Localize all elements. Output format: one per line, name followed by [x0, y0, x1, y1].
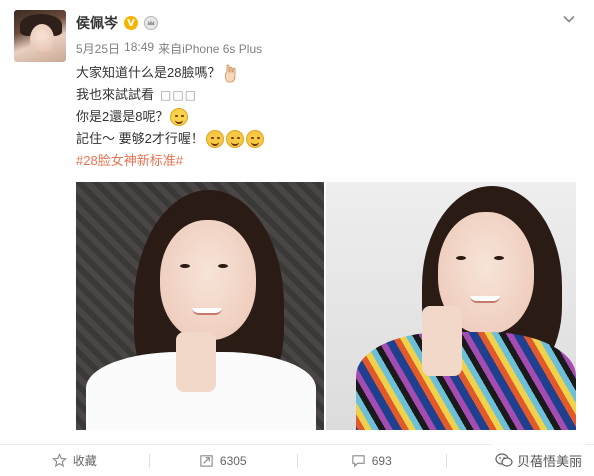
comment-icon — [352, 455, 365, 468]
photo-hand — [422, 306, 462, 376]
crown-icon — [144, 16, 158, 30]
comment-button[interactable]: 693 — [297, 445, 446, 476]
blush-emoji-icon — [225, 130, 244, 148]
post-line-3-text: 你是2還是8呢？ — [76, 109, 169, 124]
repost-count: 6305 — [219, 453, 247, 468]
unsupported-emoji-glyphs: □□□ — [160, 88, 198, 102]
repost-button[interactable]: 6305 — [148, 445, 298, 476]
blush-emoji-icon — [245, 130, 264, 148]
avatar-face — [30, 24, 54, 54]
post-date: 5月25日 — [76, 42, 121, 56]
post-source[interactable]: 来自iPhone 6s Plus — [158, 40, 262, 57]
photo-smile — [192, 308, 222, 315]
photo-face — [160, 220, 256, 340]
post-line-1: 大家知道什么是28臉嗎？ — [76, 62, 264, 84]
post-line-4: 記住～ 要够2才行喔！ — [76, 128, 264, 150]
photo-eye — [456, 256, 466, 260]
star-icon — [51, 453, 67, 468]
favorite-button[interactable]: 收藏 — [0, 445, 149, 476]
author-avatar[interactable] — [14, 10, 66, 62]
smile-emoji-icon — [170, 108, 189, 126]
photo-shirt — [356, 332, 576, 430]
photo-hand — [176, 332, 216, 392]
post-line-2-text: 我也來試試看 — [76, 87, 155, 102]
post-time: 18:49 — [124, 40, 155, 54]
post-body: 大家知道什么是28臉嗎？ 我也來試試看 □□□ 你是2還是8呢？ 記住～ 要够2… — [76, 62, 264, 172]
post-line-4-text: 記住～ 要够2才行喔！ — [76, 131, 204, 146]
wechat-icon — [495, 453, 513, 467]
post-photo-2[interactable] — [326, 182, 576, 430]
post-line-2: 我也來試試看 □□□ — [76, 84, 264, 106]
blush-emoji-icon — [205, 130, 224, 148]
wechat-watermark: 贝蓓悟美丽 — [490, 444, 586, 476]
author-name[interactable]: 侯佩岑 — [76, 13, 118, 33]
hashtag-link[interactable]: #28脸女神新标准# — [76, 150, 183, 172]
repost-icon — [200, 455, 213, 467]
post-photo-1[interactable] — [76, 182, 324, 430]
photo-eye — [494, 256, 504, 260]
post-line-5: #28脸女神新标准# — [76, 150, 264, 172]
photo-eye — [218, 264, 228, 268]
hand-emoji-icon — [225, 64, 236, 83]
photo-eye — [180, 264, 190, 268]
favorite-label: 收藏 — [72, 454, 97, 468]
comment-count: 693 — [371, 453, 392, 468]
chevron-down-icon[interactable] — [562, 12, 576, 26]
post-header: 侯佩岑 V — [76, 12, 158, 34]
verified-v-icon: V — [124, 16, 138, 30]
photo-smile — [470, 296, 500, 303]
post-line-3: 你是2還是8呢？ — [76, 106, 264, 128]
watermark-text: 贝蓓悟美丽 — [516, 453, 582, 469]
post-meta: 5月25日 18:49 来自iPhone 6s Plus — [76, 40, 262, 57]
post-line-1-text: 大家知道什么是28臉嗎？ — [76, 65, 221, 80]
